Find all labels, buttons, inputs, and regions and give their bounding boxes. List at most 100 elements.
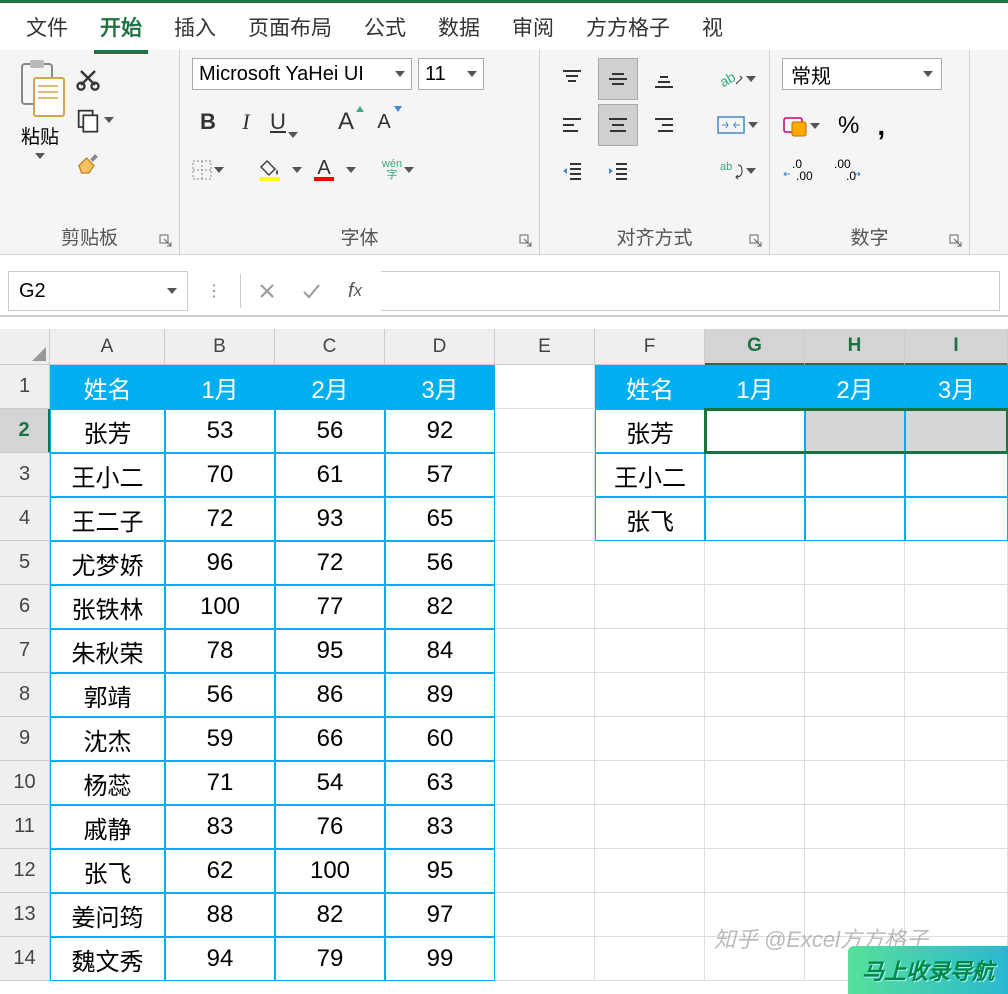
col-header-A[interactable]: A: [50, 329, 165, 365]
paste-button[interactable]: 粘贴: [12, 58, 68, 159]
cell-E7[interactable]: [495, 629, 595, 673]
cell-H3[interactable]: [805, 453, 905, 497]
chevron-down-icon[interactable]: [35, 153, 45, 159]
cell-H7[interactable]: [805, 629, 905, 673]
align-right-button[interactable]: [644, 104, 684, 146]
cell-B9[interactable]: 59: [165, 717, 275, 761]
cell-F1[interactable]: 姓名: [595, 365, 705, 409]
cell-I1[interactable]: 3月: [905, 365, 1008, 409]
cell-G11[interactable]: [705, 805, 805, 849]
copy-button[interactable]: [74, 106, 114, 134]
menu-tab-1[interactable]: 开始: [84, 6, 158, 48]
cell-C4[interactable]: 93: [275, 497, 385, 541]
grow-font-button[interactable]: A: [330, 106, 362, 138]
cell-A11[interactable]: 戚静: [50, 805, 165, 849]
cell-H11[interactable]: [805, 805, 905, 849]
row-header-11[interactable]: 11: [0, 805, 50, 849]
cell-H6[interactable]: [805, 585, 905, 629]
cell-D14[interactable]: 99: [385, 937, 495, 981]
cell-H2[interactable]: [805, 409, 905, 453]
cell-H5[interactable]: [805, 541, 905, 585]
menu-tab-2[interactable]: 插入: [158, 6, 232, 48]
cell-D13[interactable]: 97: [385, 893, 495, 937]
cell-A14[interactable]: 魏文秀: [50, 937, 165, 981]
cell-E14[interactable]: [495, 937, 595, 981]
cell-C7[interactable]: 95: [275, 629, 385, 673]
cell-E5[interactable]: [495, 541, 595, 585]
col-header-C[interactable]: C: [275, 329, 385, 365]
cell-C6[interactable]: 77: [275, 585, 385, 629]
formula-input[interactable]: [381, 271, 1000, 311]
cell-G2[interactable]: [705, 409, 805, 453]
cell-F2[interactable]: 张芳: [595, 409, 705, 453]
cell-D9[interactable]: 60: [385, 717, 495, 761]
col-header-H[interactable]: H: [805, 329, 905, 365]
cell-D6[interactable]: 82: [385, 585, 495, 629]
cell-I10[interactable]: [905, 761, 1008, 805]
align-top-button[interactable]: [552, 58, 592, 100]
orientation-button[interactable]: ab: [710, 58, 764, 100]
confirm-icon[interactable]: [293, 273, 329, 309]
cell-E12[interactable]: [495, 849, 595, 893]
cell-C1[interactable]: 2月: [275, 365, 385, 409]
cell-I8[interactable]: [905, 673, 1008, 717]
cell-D7[interactable]: 84: [385, 629, 495, 673]
cell-A4[interactable]: 王二子: [50, 497, 165, 541]
cell-F9[interactable]: [595, 717, 705, 761]
cell-G1[interactable]: 1月: [705, 365, 805, 409]
menu-tab-4[interactable]: 公式: [348, 6, 422, 48]
row-header-6[interactable]: 6: [0, 585, 50, 629]
number-format-select[interactable]: 常规: [782, 58, 942, 90]
cell-E6[interactable]: [495, 585, 595, 629]
row-header-1[interactable]: 1: [0, 365, 50, 409]
menu-tab-5[interactable]: 数据: [422, 6, 496, 48]
cell-D11[interactable]: 83: [385, 805, 495, 849]
cell-G7[interactable]: [705, 629, 805, 673]
cell-C12[interactable]: 100: [275, 849, 385, 893]
row-header-13[interactable]: 13: [0, 893, 50, 937]
cell-I2[interactable]: [905, 409, 1008, 453]
cell-E11[interactable]: [495, 805, 595, 849]
decrease-indent-button[interactable]: [552, 150, 592, 192]
cell-D2[interactable]: 92: [385, 409, 495, 453]
cell-A6[interactable]: 张铁林: [50, 585, 165, 629]
cell-B11[interactable]: 83: [165, 805, 275, 849]
cell-H4[interactable]: [805, 497, 905, 541]
cell-G4[interactable]: [705, 497, 805, 541]
row-header-8[interactable]: 8: [0, 673, 50, 717]
row-header-3[interactable]: 3: [0, 453, 50, 497]
cell-I7[interactable]: [905, 629, 1008, 673]
cell-E3[interactable]: [495, 453, 595, 497]
cell-F10[interactable]: [595, 761, 705, 805]
cell-I5[interactable]: [905, 541, 1008, 585]
cell-C8[interactable]: 86: [275, 673, 385, 717]
cell-A12[interactable]: 张飞: [50, 849, 165, 893]
cell-D10[interactable]: 63: [385, 761, 495, 805]
cell-B7[interactable]: 78: [165, 629, 275, 673]
cell-H1[interactable]: 2月: [805, 365, 905, 409]
accounting-format-button[interactable]: [782, 115, 820, 137]
cell-F14[interactable]: [595, 937, 705, 981]
row-header-14[interactable]: 14: [0, 937, 50, 981]
cell-F5[interactable]: [595, 541, 705, 585]
menu-tab-6[interactable]: 审阅: [496, 6, 570, 48]
cell-F8[interactable]: [595, 673, 705, 717]
cell-H9[interactable]: [805, 717, 905, 761]
align-left-button[interactable]: [552, 104, 592, 146]
cell-D4[interactable]: 65: [385, 497, 495, 541]
cell-E9[interactable]: [495, 717, 595, 761]
cell-G3[interactable]: [705, 453, 805, 497]
font-color-dropdown[interactable]: [346, 167, 356, 173]
cell-G8[interactable]: [705, 673, 805, 717]
row-header-10[interactable]: 10: [0, 761, 50, 805]
menu-tab-7[interactable]: 方方格子: [570, 6, 686, 48]
dialog-launcher-icon[interactable]: [749, 234, 763, 248]
cell-C3[interactable]: 61: [275, 453, 385, 497]
cell-A2[interactable]: 张芳: [50, 409, 165, 453]
cell-B8[interactable]: 56: [165, 673, 275, 717]
cell-D3[interactable]: 57: [385, 453, 495, 497]
cell-I11[interactable]: [905, 805, 1008, 849]
row-header-7[interactable]: 7: [0, 629, 50, 673]
fill-color-button[interactable]: [254, 154, 286, 186]
cut-button[interactable]: [74, 64, 114, 92]
